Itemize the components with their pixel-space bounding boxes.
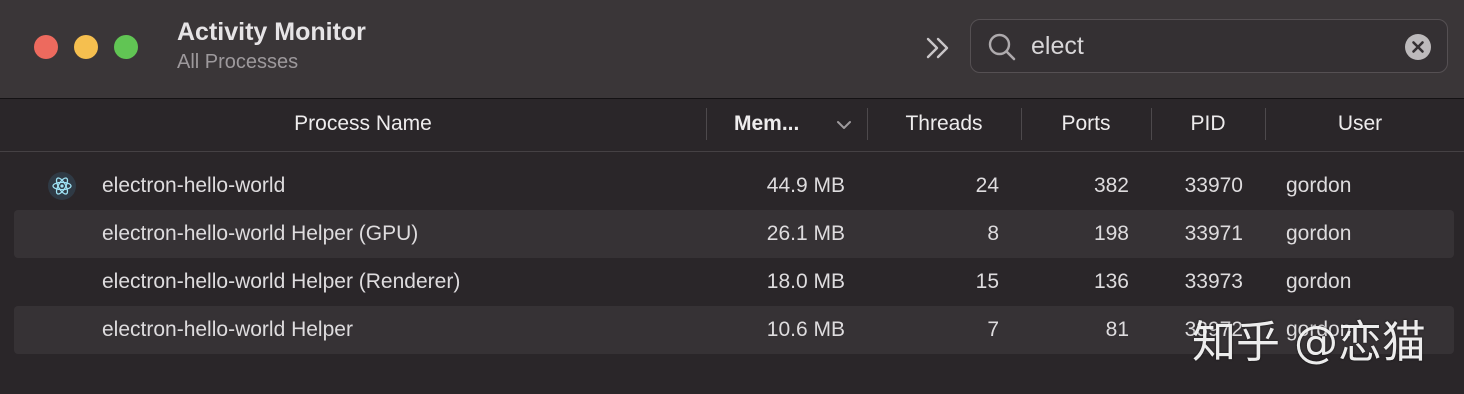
memory-value: 10.6 MB <box>766 318 845 341</box>
sort-descending-chevron-icon[interactable] <box>836 117 852 133</box>
pid-value: 33973 <box>1184 270 1243 293</box>
title-bar: Activity Monitor All Processes <box>0 0 1464 99</box>
watermark-text: 知乎 @恋猫 <box>1192 317 1426 368</box>
close-window-button[interactable] <box>34 35 58 59</box>
ports-value: 198 <box>1093 222 1129 245</box>
threads-value: 24 <box>975 174 999 197</box>
user-value: gordon <box>1286 222 1352 245</box>
memory-value: 44.9 MB <box>766 174 845 197</box>
column-header-process-name[interactable]: Process Name <box>20 99 706 151</box>
search-icon <box>988 33 1016 61</box>
search-input[interactable] <box>1031 31 1391 61</box>
ports-value: 136 <box>1093 270 1129 293</box>
column-separator[interactable] <box>706 108 707 140</box>
column-header-pid[interactable]: PID <box>1152 99 1264 151</box>
column-header-memory[interactable]: Mem... <box>734 99 834 151</box>
column-header-user[interactable]: User <box>1266 99 1454 151</box>
pid-value: 33971 <box>1184 222 1243 245</box>
process-name: electron-hello-world Helper (GPU) <box>102 222 419 245</box>
ports-value: 382 <box>1093 174 1129 197</box>
search-field[interactable] <box>970 19 1448 73</box>
memory-value: 18.0 MB <box>766 270 845 293</box>
threads-value: 8 <box>987 222 999 245</box>
user-value: gordon <box>1286 270 1352 293</box>
process-name: electron-hello-world Helper <box>102 318 353 341</box>
table-row[interactable]: electron-hello-world Helper (GPU) 26.1 M… <box>14 210 1454 258</box>
zoom-window-button[interactable] <box>114 35 138 59</box>
table-header: Process Name Mem... Threads Ports PID Us… <box>0 99 1464 152</box>
ports-value: 81 <box>1105 318 1129 341</box>
table-row[interactable]: electron-hello-world Helper (Renderer) 1… <box>14 258 1454 306</box>
electron-app-icon <box>48 172 76 200</box>
user-value: gordon <box>1286 174 1352 197</box>
minimize-window-button[interactable] <box>74 35 98 59</box>
column-header-threads[interactable]: Threads <box>868 99 1020 151</box>
clear-search-icon[interactable] <box>1405 34 1431 60</box>
threads-value: 15 <box>975 270 999 293</box>
threads-value: 7 <box>987 318 999 341</box>
window-subtitle: All Processes <box>177 51 299 73</box>
pid-value: 33970 <box>1184 174 1243 197</box>
memory-value: 26.1 MB <box>766 222 845 245</box>
double-chevron-right-icon[interactable] <box>924 34 952 62</box>
window-title: Activity Monitor <box>177 18 366 46</box>
process-name: electron-hello-world Helper (Renderer) <box>102 270 461 293</box>
table-row[interactable]: electron-hello-world 44.9 MB 24 382 3397… <box>14 162 1454 210</box>
process-name: electron-hello-world <box>102 174 286 197</box>
column-header-ports[interactable]: Ports <box>1022 99 1150 151</box>
